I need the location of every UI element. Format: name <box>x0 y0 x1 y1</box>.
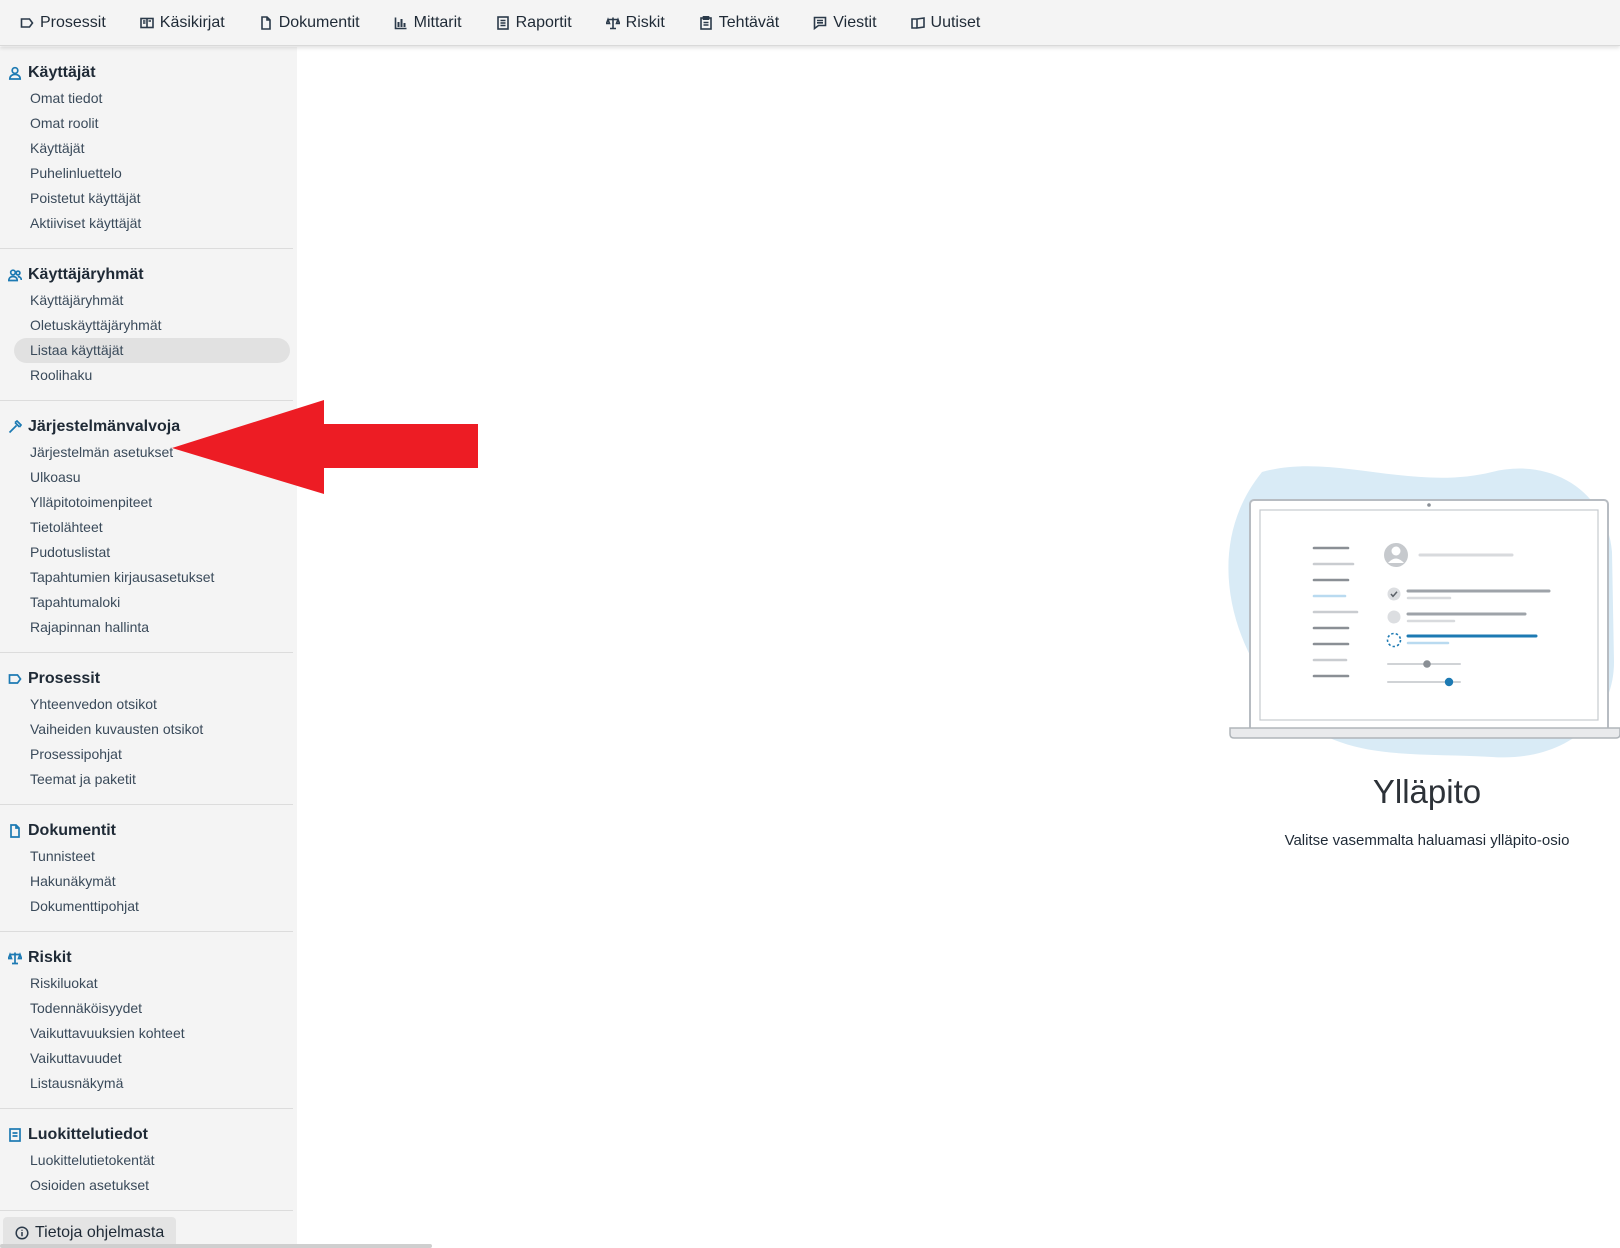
sidebar-item-oletuskayttajaryhmat[interactable]: Oletuskäyttäjäryhmät <box>0 313 261 338</box>
sidebar-item-roolihaku[interactable]: Roolihaku <box>0 363 261 388</box>
sidebar-section-kayttajaryhmat: Käyttäjäryhmät Käyttäjäryhmät Oletuskäyt… <box>0 249 293 401</box>
user-icon <box>8 66 22 80</box>
sidebar-item-riskiluokat[interactable]: Riskiluokat <box>0 971 261 996</box>
news-icon <box>910 16 925 29</box>
sidebar-item-puhelinluettelo[interactable]: Puhelinluettelo <box>0 161 261 186</box>
tag-icon <box>8 674 22 684</box>
arrow-shape <box>172 400 478 494</box>
users-icon <box>8 269 22 282</box>
sidebar-heading-dokumentit[interactable]: Dokumentit <box>0 818 293 844</box>
top-navigation: Prosessit Käsikirjat Dokumentit Mittarit… <box>0 0 1620 46</box>
clipboard-icon <box>699 15 712 30</box>
sidebar-item-rajapinnan-hallinta[interactable]: Rajapinnan hallinta <box>0 615 261 640</box>
sidebar-item-listausnakyma[interactable]: Listausnäkymä <box>0 1071 261 1096</box>
sidebar-section-kayttajat: Käyttäjät Omat tiedot Omat roolit Käyttä… <box>0 47 293 249</box>
sidebar-item-vaikuttavuuksien-kohteet[interactable]: Vaikuttavuuksien kohteet <box>0 1021 261 1046</box>
sidebar-item-omat-roolit[interactable]: Omat roolit <box>0 111 261 136</box>
bar-chart-icon <box>394 17 407 29</box>
nav-item-mittarit[interactable]: Mittarit <box>394 14 462 32</box>
sidebar-item-kayttajaryhmat[interactable]: Käyttäjäryhmät <box>0 288 261 313</box>
sidebar-item-hakunakymat[interactable]: Hakunäkymät <box>0 869 261 894</box>
sidebar-heading-prosessit[interactable]: Prosessit <box>0 666 293 692</box>
sidebar-section-dokumentit: Dokumentit Tunnisteet Hakunäkymät Dokume… <box>0 805 293 932</box>
sidebar-item-tunnisteet[interactable]: Tunnisteet <box>0 844 261 869</box>
document-icon <box>260 15 271 30</box>
list-icon <box>9 1128 21 1142</box>
sidebar-heading-riskit[interactable]: Riskit <box>0 945 293 971</box>
nav-item-prosessit[interactable]: Prosessit <box>20 14 106 32</box>
nav-item-raportit[interactable]: Raportit <box>496 14 572 32</box>
nav-item-tehtavat[interactable]: Tehtävät <box>699 14 779 32</box>
sidebar-item-osioiden-asetukset[interactable]: Osioiden asetukset <box>0 1173 261 1198</box>
horizontal-scrollbar[interactable] <box>0 1244 432 1248</box>
nav-item-viestit[interactable]: Viestit <box>813 14 877 32</box>
sidebar-item-tapahtumien-kirjausasetukset[interactable]: Tapahtumien kirjausasetukset <box>0 565 261 590</box>
sidebar-item-pudotuslistat[interactable]: Pudotuslistat <box>0 540 261 565</box>
hammer-icon <box>8 420 22 434</box>
sidebar-heading-kayttajat[interactable]: Käyttäjät <box>0 60 293 86</box>
page-subtitle: Valitse vasemmalta haluamasi ylläpito-os… <box>1284 832 1570 849</box>
nav-item-dokumentit[interactable]: Dokumentit <box>259 14 360 32</box>
red-arrow-annotation <box>172 400 478 494</box>
sidebar-item-luokittelutietokentat[interactable]: Luokittelutietokentät <box>0 1148 261 1173</box>
sidebar-item-todennakoisyydet[interactable]: Todennäköisyydet <box>0 996 261 1021</box>
nav-item-kasikirjat[interactable]: Käsikirjat <box>139 14 225 32</box>
report-icon <box>496 15 509 30</box>
admin-sidebar: Käyttäjät Omat tiedot Omat roolit Käyttä… <box>0 47 297 1248</box>
page-title: Ylläpito <box>1372 773 1482 810</box>
sidebar-item-prosessipohjat[interactable]: Prosessipohjat <box>0 742 261 767</box>
sidebar-item-tietolahteet[interactable]: Tietolähteet <box>0 515 261 540</box>
info-icon <box>15 1226 29 1240</box>
laptop-illustration <box>1228 466 1620 758</box>
sidebar-item-vaikuttavuudet[interactable]: Vaikuttavuudet <box>0 1046 261 1071</box>
sidebar-item-poistetut-kayttajat[interactable]: Poistetut käyttäjät <box>0 186 261 211</box>
scale-icon <box>605 16 620 29</box>
nav-item-uutiset[interactable]: Uutiset <box>910 14 980 32</box>
sidebar-item-tapahtumaloki[interactable]: Tapahtumaloki <box>0 590 261 615</box>
message-icon <box>813 16 827 30</box>
sidebar-heading-kayttajaryhmat[interactable]: Käyttäjäryhmät <box>0 262 293 288</box>
sidebar-section-riskit: Riskit Riskiluokat Todennäköisyydet Vaik… <box>0 932 293 1109</box>
scale-icon <box>8 952 22 965</box>
sidebar-heading-luokittelutiedot[interactable]: Luokittelutiedot <box>0 1122 293 1148</box>
sidebar-section-prosessit: Prosessit Yhteenvedon otsikot Vaiheiden … <box>0 653 293 805</box>
sidebar-item-listaa-kayttajat[interactable]: Listaa käyttäjät <box>14 338 290 363</box>
sidebar-item-omat-tiedot[interactable]: Omat tiedot <box>0 86 261 111</box>
book-icon <box>139 17 154 28</box>
nav-item-riskit[interactable]: Riskit <box>605 14 665 32</box>
sidebar-item-kayttajat[interactable]: Käyttäjät <box>0 136 261 161</box>
sidebar-item-aktiiviset-kayttajat[interactable]: Aktiiviset käyttäjät <box>0 211 261 236</box>
tag-icon <box>20 17 34 28</box>
sidebar-section-luokittelutiedot: Luokittelutiedot Luokittelutietokentät O… <box>0 1109 293 1211</box>
sidebar-item-dokumenttipohjat[interactable]: Dokumenttipohjat <box>0 894 261 919</box>
document-icon <box>10 824 20 838</box>
sidebar-item-teemat-ja-paketit[interactable]: Teemat ja paketit <box>0 767 261 792</box>
sidebar-item-vaiheiden-kuvausten-otsikot[interactable]: Vaiheiden kuvausten otsikot <box>0 717 261 742</box>
sidebar-item-yhteenvedon-otsikot[interactable]: Yhteenvedon otsikot <box>0 692 261 717</box>
